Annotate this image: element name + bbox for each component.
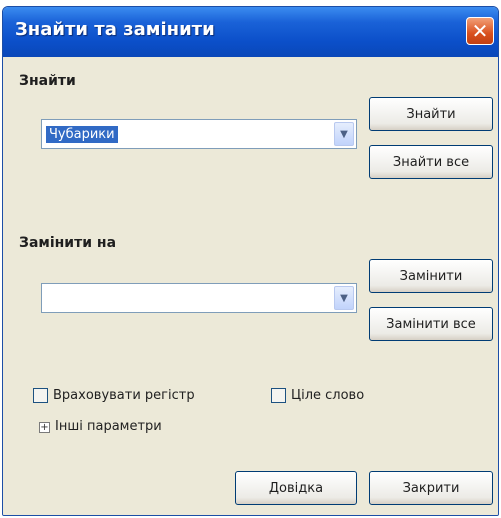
- whole-word-label[interactable]: Ціле слово: [291, 388, 364, 403]
- dialog-body: Знайти Чубарики ▼ Знайти Знайти все Замі…: [3, 57, 498, 515]
- expand-icon[interactable]: +: [39, 422, 50, 433]
- help-button[interactable]: Довідка: [235, 471, 357, 505]
- whole-word-checkbox[interactable]: [271, 388, 286, 403]
- close-icon[interactable]: ✕: [466, 17, 494, 45]
- chevron-down-icon[interactable]: ▼: [334, 286, 354, 310]
- close-button[interactable]: Закрити: [369, 471, 493, 505]
- replace-label: Замінити на: [19, 235, 117, 251]
- other-params-label[interactable]: Інші параметри: [55, 419, 162, 434]
- find-replace-dialog: Знайти та замінити ✕ Знайти Чубарики ▼ З…: [2, 6, 499, 516]
- find-button[interactable]: Знайти: [369, 97, 493, 131]
- title-bar[interactable]: Знайти та замінити ✕: [3, 7, 498, 57]
- find-combo[interactable]: Чубарики ▼: [41, 119, 357, 149]
- replace-combo[interactable]: ▼: [41, 283, 357, 313]
- replace-button[interactable]: Замінити: [369, 259, 493, 293]
- find-label: Знайти: [19, 73, 76, 89]
- chevron-down-icon[interactable]: ▼: [334, 122, 354, 146]
- match-case-label[interactable]: Враховувати регістр: [53, 388, 195, 403]
- dialog-title: Знайти та замінити: [15, 19, 215, 40]
- find-all-button[interactable]: Знайти все: [369, 145, 493, 179]
- replace-value[interactable]: [46, 290, 52, 292]
- replace-all-button[interactable]: Замінити все: [369, 307, 493, 341]
- find-value[interactable]: Чубарики: [46, 126, 118, 143]
- match-case-checkbox[interactable]: [33, 388, 48, 403]
